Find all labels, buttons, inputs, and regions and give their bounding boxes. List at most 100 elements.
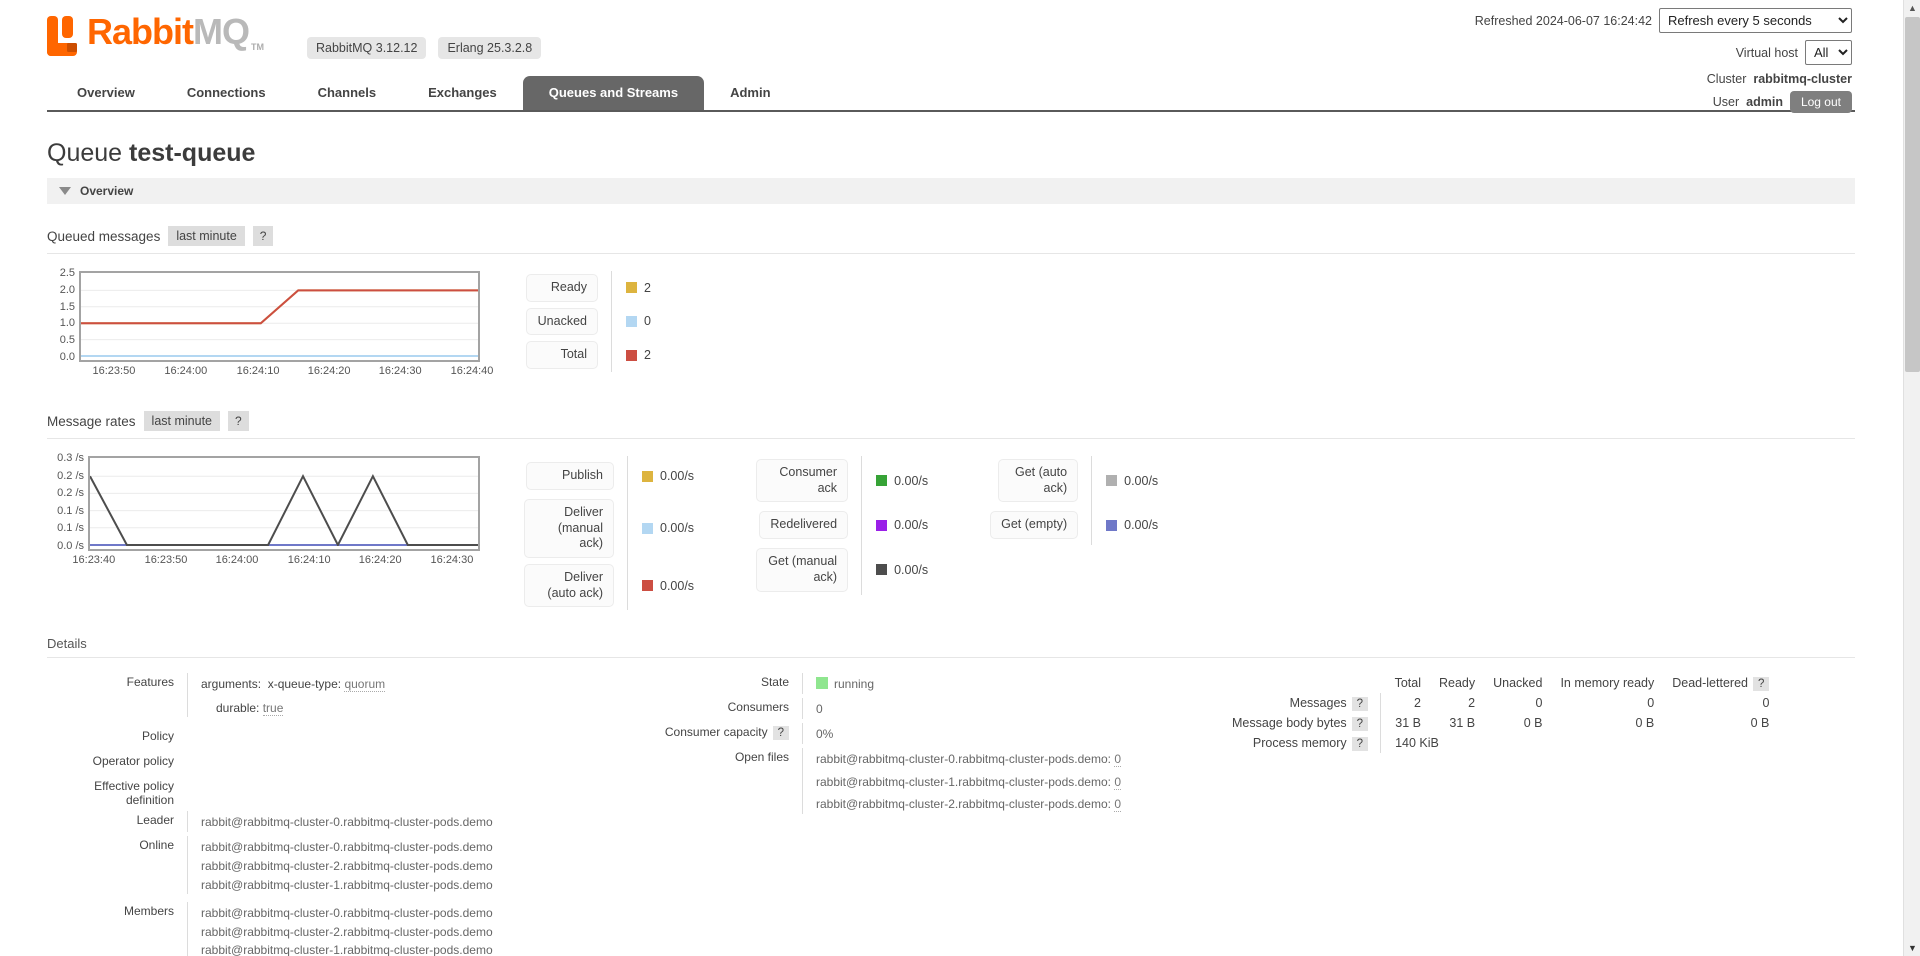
consumer-capacity-help-icon[interactable]: ?	[773, 726, 789, 740]
messages-help-icon[interactable]: ?	[1352, 697, 1368, 711]
refresh-interval-select[interactable]: Refresh every 5 seconds	[1659, 8, 1852, 33]
col-header-in-memory-ready: In memory ready	[1542, 673, 1654, 693]
legend-label-get-empty: Get (empty)	[990, 511, 1078, 539]
open-files-row: rabbit@rabbitmq-cluster-1.rabbitmq-clust…	[816, 773, 1232, 792]
session-panel: Refreshed 2024-06-07 16:24:42 Refresh ev…	[1475, 8, 1852, 120]
col-header-dead-lettered: Dead-lettered?	[1654, 673, 1769, 693]
total-value: 2	[644, 348, 651, 362]
policy-value	[187, 727, 647, 748]
rabbitmq-logo[interactable]: RabbitMQ TM	[47, 12, 264, 56]
rates-legend-group-3: Get (auto ack) 0.00/s Get (empty) 0.00/s	[990, 456, 1158, 545]
messages-unacked: 0	[1475, 693, 1542, 713]
features-value: arguments: x-queue-type: quorum durable:…	[187, 673, 647, 717]
member-node: rabbit@rabbitmq-cluster-0.rabbitmq-clust…	[201, 904, 647, 923]
col-header-ready: Ready	[1421, 673, 1475, 693]
logo-text-mq: MQ	[193, 11, 249, 52]
redelivered-swatch	[876, 520, 887, 531]
body-bytes-ready: 31 B	[1421, 713, 1475, 733]
queued-chart-y-axis: 2.52.01.51.00.50.0	[47, 271, 79, 359]
operator-policy-label: Operator policy	[47, 752, 187, 773]
total-swatch	[626, 350, 637, 361]
consumer-capacity-label: Consumer capacity?	[647, 723, 802, 744]
legend-label-consumer-ack: Consumer ack	[756, 459, 848, 502]
virtual-host-select[interactable]: All	[1805, 40, 1852, 65]
queue-name: test-queue	[129, 139, 255, 167]
dead-lettered-help-icon[interactable]: ?	[1753, 677, 1769, 691]
message-rates-help-icon[interactable]: ?	[228, 411, 249, 431]
messages-total: 2	[1381, 693, 1421, 713]
member-node: rabbit@rabbitmq-cluster-2.rabbitmq-clust…	[201, 923, 647, 942]
message-rates-header: Message rates last minute ?	[47, 411, 1855, 439]
col-header-unacked: Unacked	[1475, 673, 1542, 693]
legend-label-deliver-manual: Deliver (manual ack)	[524, 499, 614, 558]
queued-messages-chart-row: 2.52.01.51.00.50.0 16:23:5016:24:0016:24…	[47, 271, 1855, 381]
virtual-host-label: Virtual host	[1736, 46, 1798, 60]
message-rates-title: Message rates	[47, 414, 136, 429]
consumer-ack-swatch	[876, 475, 887, 486]
queued-messages-help-icon[interactable]: ?	[253, 226, 274, 246]
message-rates-chart-row: 0.3 /s0.2 /s0.2 /s0.1 /s0.1 /s0.0 /s 16:…	[47, 456, 1855, 610]
message-body-bytes-row: Message body bytes? 31 B 31 B 0 B 0 B 0 …	[1232, 713, 1769, 733]
tab-exchanges[interactable]: Exchanges	[402, 76, 523, 110]
tab-queues-and-streams[interactable]: Queues and Streams	[523, 76, 704, 110]
message-rates-range-badge[interactable]: last minute	[144, 411, 220, 431]
publish-swatch	[642, 471, 653, 482]
get-auto-rate: 0.00/s	[1124, 474, 1158, 488]
queued-messages-title: Queued messages	[47, 229, 160, 244]
member-node: rabbit@rabbitmq-cluster-1.rabbitmq-clust…	[201, 941, 647, 956]
message-rates-chart	[88, 456, 480, 551]
body-bytes-row-label: Message body bytes?	[1232, 713, 1381, 733]
messages-table: Total Ready Unacked In memory ready Dead…	[1232, 673, 1769, 753]
legend-label-deliver-auto: Deliver (auto ack)	[524, 564, 614, 607]
rates-chart-x-axis: 16:23:4016:23:5016:24:0016:24:1016:24:20…	[88, 554, 476, 570]
queued-messages-header: Queued messages last minute ?	[47, 226, 1855, 254]
tab-channels[interactable]: Channels	[292, 76, 403, 110]
body-bytes-help-icon[interactable]: ?	[1352, 717, 1368, 731]
policy-label: Policy	[47, 727, 187, 748]
cluster-label: Cluster	[1707, 72, 1747, 86]
legend-label-unacked: Unacked	[526, 308, 598, 336]
logo-trademark: TM	[251, 42, 264, 52]
tab-admin[interactable]: Admin	[704, 76, 796, 110]
state-running-swatch	[816, 677, 828, 689]
process-memory-row: Process memory? 140 KiB	[1232, 733, 1769, 753]
logo-text-rabbit: Rabbit	[87, 11, 193, 52]
queued-messages-chart	[79, 271, 480, 362]
unacked-value: 0	[644, 314, 651, 328]
page-title: Queue test-queue	[47, 139, 1855, 168]
consumers-count: 0	[802, 698, 1232, 719]
cluster-name: rabbitmq-cluster	[1753, 72, 1852, 86]
open-files-label: Open files	[647, 748, 802, 814]
tab-connections[interactable]: Connections	[161, 76, 292, 110]
leader-node: rabbit@rabbitmq-cluster-0.rabbitmq-clust…	[187, 811, 647, 832]
body-bytes-dead-lettered: 0 B	[1654, 713, 1769, 733]
open-files-row: rabbit@rabbitmq-cluster-2.rabbitmq-clust…	[816, 795, 1232, 814]
process-memory-value: 140 KiB	[1381, 733, 1770, 753]
open-files-row: rabbit@rabbitmq-cluster-0.rabbitmq-clust…	[816, 750, 1232, 769]
queued-messages-range-badge[interactable]: last minute	[168, 226, 244, 246]
erlang-version-badge: Erlang 25.3.2.8	[438, 37, 541, 59]
online-nodes: rabbit@rabbitmq-cluster-0.rabbitmq-clust…	[187, 836, 647, 894]
vertical-scrollbar[interactable]: ▲ ▼	[1903, 0, 1920, 956]
overview-section-header[interactable]: Overview	[47, 178, 1855, 204]
process-memory-help-icon[interactable]: ?	[1352, 737, 1368, 751]
messages-ready: 2	[1421, 693, 1475, 713]
features-label: Features	[47, 673, 187, 717]
details-left-column: Features arguments: x-queue-type: quorum…	[47, 673, 647, 956]
scrollbar-thumb[interactable]	[1905, 17, 1920, 372]
ready-value: 2	[644, 281, 651, 295]
effective-policy-label: Effective policy definition	[47, 777, 187, 807]
online-node: rabbit@rabbitmq-cluster-0.rabbitmq-clust…	[201, 838, 647, 857]
messages-in-memory: 0	[1542, 693, 1654, 713]
scrollbar-down-arrow[interactable]: ▼	[1904, 940, 1920, 956]
logout-button[interactable]: Log out	[1790, 91, 1852, 113]
scrollbar-up-arrow[interactable]: ▲	[1904, 0, 1920, 16]
deliver-manual-swatch	[642, 523, 653, 534]
tab-overview[interactable]: Overview	[51, 76, 161, 110]
deliver-manual-rate: 0.00/s	[660, 521, 694, 535]
top-bar: RabbitMQ TM RabbitMQ 3.12.12 Erlang 25.3…	[0, 0, 1920, 76]
state-value: running	[802, 673, 1232, 694]
details-columns: Features arguments: x-queue-type: quorum…	[47, 673, 1855, 956]
get-empty-swatch	[1106, 520, 1117, 531]
messages-table-header-row: Total Ready Unacked In memory ready Dead…	[1232, 673, 1769, 693]
